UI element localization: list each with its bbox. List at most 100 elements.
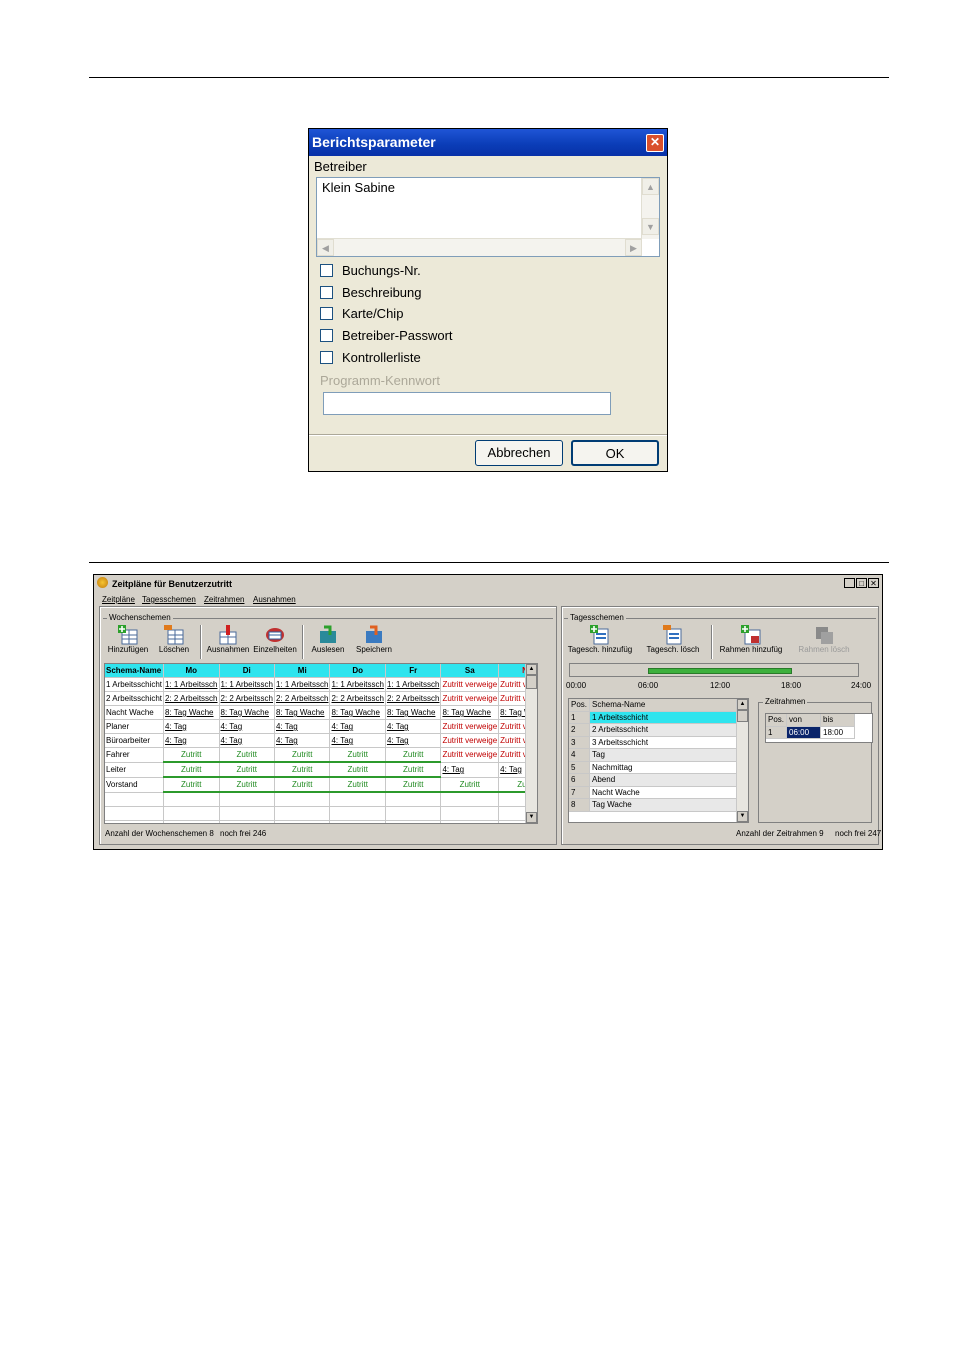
delete-list-icon [663, 625, 683, 645]
delete-button[interactable]: Löschen [156, 625, 192, 654]
password-label: Programm-Kennwort [320, 373, 440, 388]
add-list-icon [590, 625, 610, 645]
column-header[interactable]: Do [329, 664, 386, 678]
delete-frame-button: Rahmen lösch [794, 625, 854, 654]
menu-zeitrahmen[interactable]: Zeitrahmen [204, 595, 244, 604]
scroll-down-icon[interactable]: ▼ [526, 812, 537, 823]
toolbar-separator [711, 625, 713, 659]
checkbox-box[interactable] [320, 351, 333, 364]
dialog-separator [309, 434, 667, 436]
column-header[interactable]: Schema-Name [589, 699, 739, 712]
wochenschemen-table[interactable]: Schema-Name Mo Di Mi Do Fr Sa Nd 1 Arbei… [104, 663, 538, 824]
list-item[interactable]: Klein Sabine [322, 180, 395, 195]
add-frame-button[interactable]: Rahmen hinzufüg [715, 625, 787, 654]
group-title: Tagesschemen [568, 613, 626, 622]
table-row[interactable]: 7 Nacht Wache [569, 786, 739, 799]
scroll-up-icon[interactable]: ▲ [526, 664, 537, 675]
table-row[interactable]: Fahrer Zutritt Zutritt Zutritt Zutritt Z… [105, 747, 537, 763]
table-row[interactable]: 4 Tag [569, 748, 739, 762]
timeline-label: 24:00 [851, 681, 872, 690]
menu-zeitplaene[interactable]: Zeitpläne [102, 595, 135, 604]
zeitrahmen-table[interactable]: Pos. von bis 1 06:00 18:00 [765, 713, 873, 743]
close-icon[interactable]: ✕ [868, 578, 879, 588]
minimize-icon[interactable]: _ [844, 578, 855, 588]
column-header[interactable]: von [786, 714, 822, 727]
wochen-status-count: Anzahl der Wochenschemen 8 [105, 829, 214, 838]
add-frame-icon [741, 625, 761, 645]
vertical-scrollbar[interactable]: ▲ ▼ [641, 178, 659, 239]
middle-rule [89, 562, 889, 563]
column-header[interactable]: Di [219, 664, 276, 678]
checkbox-box[interactable] [320, 286, 333, 299]
table-scrollbar[interactable]: ▲ ▼ [736, 699, 748, 822]
scroll-down-icon[interactable]: ▼ [737, 811, 748, 822]
delete-grid-icon [164, 625, 184, 645]
table-row[interactable]: Vorstand Zutritt Zutritt Zutritt Zutritt… [105, 777, 537, 793]
checkbox-label: Buchungs-Nr. [342, 263, 421, 278]
column-header[interactable]: Fr [385, 664, 442, 678]
timeline-bar [569, 663, 859, 677]
menu-ausnahmen[interactable]: Ausnahmen [253, 595, 296, 604]
column-header[interactable]: Sa [440, 664, 500, 678]
table-row[interactable]: Leiter Zutritt Zutritt Zutritt Zutritt Z… [105, 762, 537, 778]
checkbox-label: Betreiber-Passwort [342, 328, 453, 343]
scroll-thumb[interactable] [526, 675, 537, 689]
dialog-title: Berichtsparameter [309, 129, 667, 156]
table-row[interactable]: 1 Arbeitsschicht 1: 1 Arbeitssch 1: 1 Ar… [105, 677, 537, 692]
scroll-up-icon[interactable]: ▲ [737, 699, 748, 710]
scroll-left-icon[interactable]: ◀ [317, 239, 334, 256]
scroll-right-icon[interactable]: ▶ [625, 239, 642, 256]
menu-tagesschemen[interactable]: Tagesschemen [142, 595, 196, 604]
table-row[interactable]: 5 Nachmittag [569, 761, 739, 774]
horizontal-scrollbar[interactable]: ◀ ▶ [317, 238, 642, 256]
table-row[interactable]: Nacht Wache 8: Tag Wache 8: Tag Wache 8:… [105, 705, 537, 720]
table-row[interactable]: 6 Abend [569, 773, 739, 787]
add-day-schema-button[interactable]: Tagesch. hinzufüg [566, 625, 634, 654]
speichern-button[interactable]: Speichern [354, 625, 394, 654]
table-row[interactable]: 33 Arbeitsschicht [569, 736, 739, 749]
zeitrahmen-group: Zeitrahmen Pos. von bis 1 06:00 18:00 [758, 697, 873, 823]
cancel-button[interactable]: Abbrechen [475, 440, 563, 466]
maximize-icon[interactable]: □ [856, 578, 867, 588]
table-row[interactable]: 8 Tag Wache [569, 798, 739, 812]
checkbox-box[interactable] [320, 329, 333, 342]
scroll-up-icon[interactable]: ▲ [642, 178, 659, 195]
column-header[interactable]: Mo [163, 664, 220, 678]
column-header[interactable]: Schema-Name [105, 664, 165, 678]
betreiber-listbox[interactable]: Klein Sabine ▲ ▼ ◀ ▶ [316, 177, 660, 257]
checkbox-label: Kontrollerliste [342, 350, 421, 365]
timeline-label: 06:00 [638, 681, 659, 690]
table-row[interactable]: 22 Arbeitsschicht [569, 723, 739, 737]
table-row[interactable]: 1 06:00 18:00 [766, 726, 856, 739]
column-header[interactable]: bis [820, 714, 856, 727]
einzelheiten-button[interactable]: Einzelheiten [252, 625, 298, 654]
scroll-thumb[interactable] [737, 710, 748, 722]
column-header[interactable]: Pos. [766, 714, 788, 727]
close-icon[interactable]: ✕ [646, 134, 664, 152]
table-row[interactable] [105, 806, 537, 821]
details-icon [265, 625, 285, 645]
group-title: Zeitrahmen [763, 697, 808, 706]
delete-day-schema-button[interactable]: Tagesch. lösch [643, 625, 703, 654]
table-row[interactable] [105, 792, 537, 807]
tages-status-count: Anzahl der Zeitrahmen 9 [736, 829, 824, 838]
table-row[interactable]: Büroarbeiter 4: Tag 4: Tag 4: Tag 4: Tag… [105, 733, 537, 748]
tagesschemen-table[interactable]: Pos. Schema-Name 11 Arbeitsschicht 22 Ar… [568, 698, 749, 823]
checkbox-box[interactable] [320, 307, 333, 320]
table-row[interactable] [105, 820, 537, 823]
table-row[interactable]: Planer 4: Tag 4: Tag 4: Tag 4: Tag 4: Ta… [105, 719, 537, 734]
ok-button[interactable]: OK [571, 440, 659, 466]
table-scrollbar[interactable]: ▲ ▼ [525, 664, 537, 823]
table-row[interactable]: 2 Arbeitsschicht 2: 2 Arbeitssch 2: 2 Ar… [105, 691, 537, 706]
add-button[interactable]: Hinzufügen [106, 625, 150, 654]
auslesen-button[interactable]: Auslesen [308, 625, 348, 654]
ausnahmen-button[interactable]: Ausnahmen [206, 625, 250, 654]
column-header[interactable]: Pos. [569, 699, 591, 712]
scroll-down-icon[interactable]: ▼ [642, 218, 659, 235]
table-row[interactable]: 11 Arbeitsschicht [569, 711, 739, 724]
checkbox-label: Beschreibung [342, 285, 422, 300]
password-input[interactable] [323, 392, 611, 415]
app-logo-icon [97, 577, 108, 588]
column-header[interactable]: Mi [274, 664, 331, 678]
checkbox-box[interactable] [320, 264, 333, 277]
